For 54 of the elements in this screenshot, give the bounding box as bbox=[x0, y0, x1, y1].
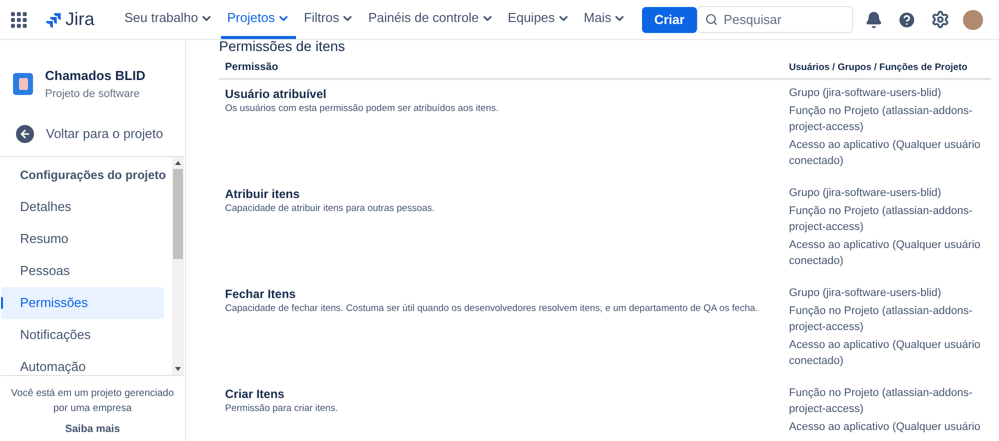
scroll-down-icon[interactable] bbox=[175, 367, 181, 371]
sidebar-item[interactable]: Pessoas bbox=[1, 255, 164, 287]
grant-entry: Acesso ao aplicativo (Qualquer usuário conectado) bbox=[789, 138, 982, 169]
sidebar-item[interactable]: Detalhes bbox=[1, 191, 164, 223]
settings-icon[interactable] bbox=[930, 10, 950, 29]
bell-icon[interactable] bbox=[865, 10, 884, 28]
scroll-up-icon[interactable] bbox=[175, 161, 181, 165]
scrollbar[interactable] bbox=[172, 157, 184, 375]
section-heading: Configurações do projeto bbox=[19, 167, 164, 184]
grant-entry: Acesso ao aplicativo (Qualquer usuário bbox=[789, 420, 982, 435]
permission-name: Atribuir itens bbox=[225, 187, 301, 202]
nav-menu[interactable]: Painéis de controle bbox=[362, 0, 500, 39]
search-icon bbox=[704, 13, 718, 26]
help-icon[interactable] bbox=[897, 10, 917, 30]
column-header: Usuários / Grupos / Funções de Projeto bbox=[789, 60, 968, 75]
section-title: Permissões de itens bbox=[219, 40, 346, 54]
learn-more-link[interactable]: Saiba mais bbox=[65, 422, 120, 438]
sidebar-item[interactable]: Resumo bbox=[1, 223, 164, 255]
permission-description: Permissão para criar itens. bbox=[225, 402, 339, 415]
product-name[interactable]: Jira bbox=[65, 6, 94, 33]
sidebar-item[interactable]: Notificações bbox=[1, 319, 164, 351]
nav-menu[interactable]: Mais bbox=[578, 0, 632, 39]
grant-entry: Função no Projeto (atlassian-addons-project-access) bbox=[789, 104, 974, 135]
grant-entry: Acesso ao aplicativo (Qualquer usuário conectado) bbox=[789, 338, 982, 369]
back-link[interactable]: Voltar para o projeto bbox=[0, 122, 185, 146]
sidebar-item[interactable]: Permissões bbox=[1, 287, 164, 319]
grant-entry: Acesso ao aplicativo (Qualquer usuário conectado) bbox=[789, 238, 982, 269]
permission-name: Usuário atribuível bbox=[225, 87, 328, 102]
grant-entry: Função no Projeto (atlassian-addons-project-access) bbox=[789, 204, 974, 235]
project-avatar bbox=[13, 73, 33, 95]
permission-description: Capacidade de fechar itens. Costuma ser útil quando os desenvolvedores resolvem itens, e um departamento de QA os fecha. bbox=[225, 302, 759, 315]
grant-entry: Função no Projeto (atlassian-addons-project-access) bbox=[789, 304, 974, 335]
nav-menu[interactable]: Equipes bbox=[502, 0, 576, 39]
column-header: Permissão bbox=[224, 60, 280, 76]
logo-icon bbox=[46, 12, 62, 28]
permission-name: Criar Itens bbox=[225, 387, 286, 402]
nav-menu[interactable]: Filtros bbox=[298, 0, 360, 39]
nav-menu[interactable]: Seu trabalho bbox=[118, 0, 220, 39]
nav-menu[interactable]: Projetos bbox=[221, 0, 296, 39]
project-name: Chamados BLID bbox=[45, 67, 146, 85]
project-type: Projeto de software bbox=[45, 86, 141, 102]
permission-description: Capacidade de atribuir itens para outras pessoas. bbox=[225, 202, 436, 215]
sidebar-item[interactable]: Automação bbox=[1, 351, 164, 375]
avatar[interactable] bbox=[963, 10, 983, 30]
permission-name: Fechar Itens bbox=[225, 287, 297, 302]
search-field[interactable]: Pesquisar bbox=[696, 6, 854, 33]
grant-entry: Grupo (jira-software-users-blid) bbox=[789, 186, 942, 201]
app-grid-icon[interactable] bbox=[11, 12, 27, 28]
grant-entry: Grupo (jira-software-users-blid) bbox=[789, 286, 942, 301]
create-button[interactable]: Criar bbox=[642, 6, 697, 32]
managed-project-note: Você está em um projeto gerenciado por uma empresa bbox=[10, 387, 175, 416]
grant-entry: Função no Projeto (atlassian-addons-project-access) bbox=[789, 386, 974, 417]
grant-entry: Grupo (jira-software-users-blid) bbox=[789, 86, 942, 101]
permission-description: Os usuários com esta permissão podem ser atribuídos aos itens. bbox=[225, 102, 500, 115]
